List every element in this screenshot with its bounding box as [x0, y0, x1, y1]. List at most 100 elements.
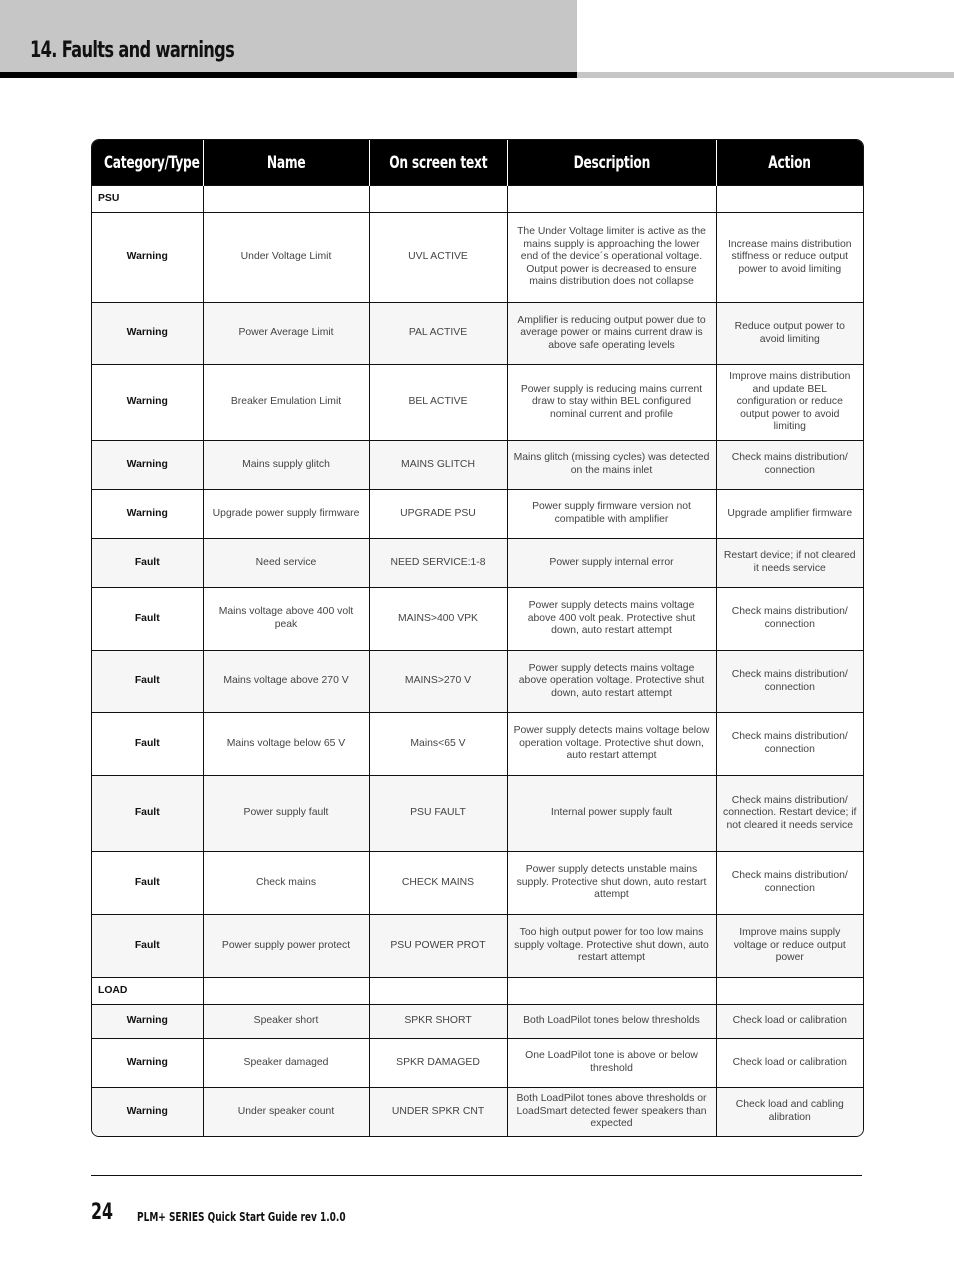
table-row: Fault Need service NEED SERVICE:1-8 Power s… [92, 538, 863, 588]
cell-on-screen-text: UPGRADE PSU [368, 489, 508, 539]
cell-action: Check load and cabling alibration [715, 1087, 863, 1136]
document-title: PLM+ SERIES Quick Start Guide rev 1.0.0 [137, 1209, 346, 1224]
page-number: 24 [91, 1200, 114, 1225]
section-row-load: LOAD [92, 977, 863, 1005]
footer-rule [91, 1175, 862, 1176]
page-title: 14. Faults and warnings [30, 38, 235, 63]
cell-name: Mains voltage below 65 V [202, 712, 370, 776]
cell-action: Check mains distribution/ connection. Re… [715, 775, 863, 852]
header-rule-gray [577, 72, 954, 78]
section-label: PSU [92, 185, 204, 213]
header-on-screen-text: On screen text [368, 140, 507, 186]
cell-name: Mains voltage above 400 volt peak [202, 587, 370, 651]
header-action: Action [715, 140, 863, 186]
cell-on-screen-text: MAINS GLITCH [368, 440, 508, 490]
cell-description: Both LoadPilot tones above thresholds or… [506, 1087, 717, 1136]
cell-action: Upgrade amplifier firmware [715, 489, 863, 539]
table-row: Warning Upgrade power supply firmware UPGR… [92, 489, 863, 539]
table-row: Warning Under Voltage Limit UVL ACTIVE The … [92, 212, 863, 303]
header-rule [0, 72, 577, 78]
empty-cell [368, 185, 508, 213]
cell-action: Check mains distribution/ connection [715, 851, 863, 915]
cell-description: Too high output power for too low mains … [506, 914, 717, 978]
cell-action: Reduce output power to avoid limiting [715, 302, 863, 365]
cell-action: Restart device; if not cleared it needs … [715, 538, 863, 588]
cell-action: Improve mains supply voltage or reduce o… [715, 914, 863, 978]
cell-description: Mains glitch (missing cycles) was detect… [506, 440, 717, 490]
table-row: Warning Speaker damaged SPKR DAMAGED One Lo… [92, 1038, 863, 1088]
cell-on-screen-text: SPKR DAMAGED [368, 1038, 508, 1088]
table-row: Fault Check mains CHECK MAINS Power supply … [92, 851, 863, 915]
empty-cell [715, 185, 863, 213]
cell-on-screen-text: MAINS>270 V [368, 650, 508, 713]
cell-action: Check load or calibration [715, 1004, 863, 1039]
cell-description: Internal power supply fault [506, 775, 717, 852]
table-row: Warning Speaker short SPKR SHORT Both LoadP… [92, 1004, 863, 1039]
cell-type: Warning [92, 440, 204, 490]
cell-type: Warning [92, 489, 204, 539]
cell-on-screen-text: BEL ACTIVE [368, 364, 508, 441]
cell-name: Mains supply glitch [202, 440, 370, 490]
cell-on-screen-text: CHECK MAINS [368, 851, 508, 915]
header-category-type: Category/Type [92, 140, 203, 186]
table-row: Fault Power supply fault PSU FAULT Internal… [92, 775, 863, 852]
cell-type: Fault [92, 538, 204, 588]
cell-name: Upgrade power supply firmware [202, 489, 370, 539]
empty-cell [368, 977, 508, 1005]
cell-name: Under speaker count [202, 1087, 370, 1136]
cell-name: Under Voltage Limit [202, 212, 370, 303]
cell-on-screen-text: UVL ACTIVE [368, 212, 508, 303]
cell-on-screen-text: PSU POWER PROT [368, 914, 508, 978]
cell-action: Check mains distribution/ connection [715, 650, 863, 713]
cell-type: Fault [92, 851, 204, 915]
section-row-psu: PSU [92, 185, 863, 213]
section-label: LOAD [92, 977, 204, 1005]
cell-name: Speaker short [202, 1004, 370, 1039]
table-row: Fault Power supply power protect PSU POWER… [92, 914, 863, 978]
empty-cell [506, 185, 717, 213]
empty-cell [202, 977, 370, 1005]
table-row: Fault Mains voltage below 65 V Mains<65 VP… [92, 712, 863, 776]
cell-description: Both LoadPilot tones below thresholds [506, 1004, 717, 1039]
cell-on-screen-text: UNDER SPKR CNT [368, 1087, 508, 1136]
faults-table: Category/Type Name On screen text Descri… [91, 139, 864, 1137]
cell-action: Improve mains distribution and update BE… [715, 364, 863, 441]
cell-action: Check load or calibration [715, 1038, 863, 1088]
cell-type: Warning [92, 302, 204, 365]
cell-name: Check mains [202, 851, 370, 915]
cell-on-screen-text: SPKR SHORT [368, 1004, 508, 1039]
cell-type: Fault [92, 587, 204, 651]
cell-name: Power supply power protect [202, 914, 370, 978]
header-name: Name [202, 140, 369, 186]
table-row: Warning Mains supply glitch MAINS GLITCH Ma… [92, 440, 863, 490]
cell-name: Speaker damaged [202, 1038, 370, 1088]
table-row: Fault Mains voltage above 400 volt peak MA… [92, 587, 863, 651]
cell-description: Power supply detects mains voltage below… [506, 712, 717, 776]
cell-name: Need service [202, 538, 370, 588]
cell-description: Power supply detects mains voltage above… [506, 587, 717, 651]
cell-type: Warning [92, 1004, 204, 1039]
cell-on-screen-text: PSU FAULT [368, 775, 508, 852]
cell-on-screen-text: MAINS>400 VPK [368, 587, 508, 651]
cell-type: Fault [92, 650, 204, 713]
cell-type: Warning [92, 1087, 204, 1136]
cell-type: Fault [92, 712, 204, 776]
cell-action: Check mains distribution/ connection [715, 440, 863, 490]
cell-name: Mains voltage above 270 V [202, 650, 370, 713]
cell-description: Power supply firmware version not compat… [506, 489, 717, 539]
cell-type: Warning [92, 212, 204, 303]
cell-on-screen-text: NEED SERVICE:1-8 [368, 538, 508, 588]
cell-description: Amplifier is reducing output power due t… [506, 302, 717, 365]
cell-type: Fault [92, 775, 204, 852]
table-header-row: Category/Type Name On screen text Descri… [92, 140, 863, 186]
empty-cell [715, 977, 863, 1005]
cell-description: One LoadPilot tone is above or below thr… [506, 1038, 717, 1088]
cell-description: Power supply internal error [506, 538, 717, 588]
cell-on-screen-text: PAL ACTIVE [368, 302, 508, 365]
cell-description: Power supply detects unstable mains supp… [506, 851, 717, 915]
cell-name: Breaker Emulation Limit [202, 364, 370, 441]
empty-cell [202, 185, 370, 213]
table-row: Warning Breaker Emulation Limit BEL ACTIVE… [92, 364, 863, 441]
cell-type: Fault [92, 914, 204, 978]
table-row: Warning Under speaker count UNDER SPKR CNT… [92, 1087, 863, 1136]
